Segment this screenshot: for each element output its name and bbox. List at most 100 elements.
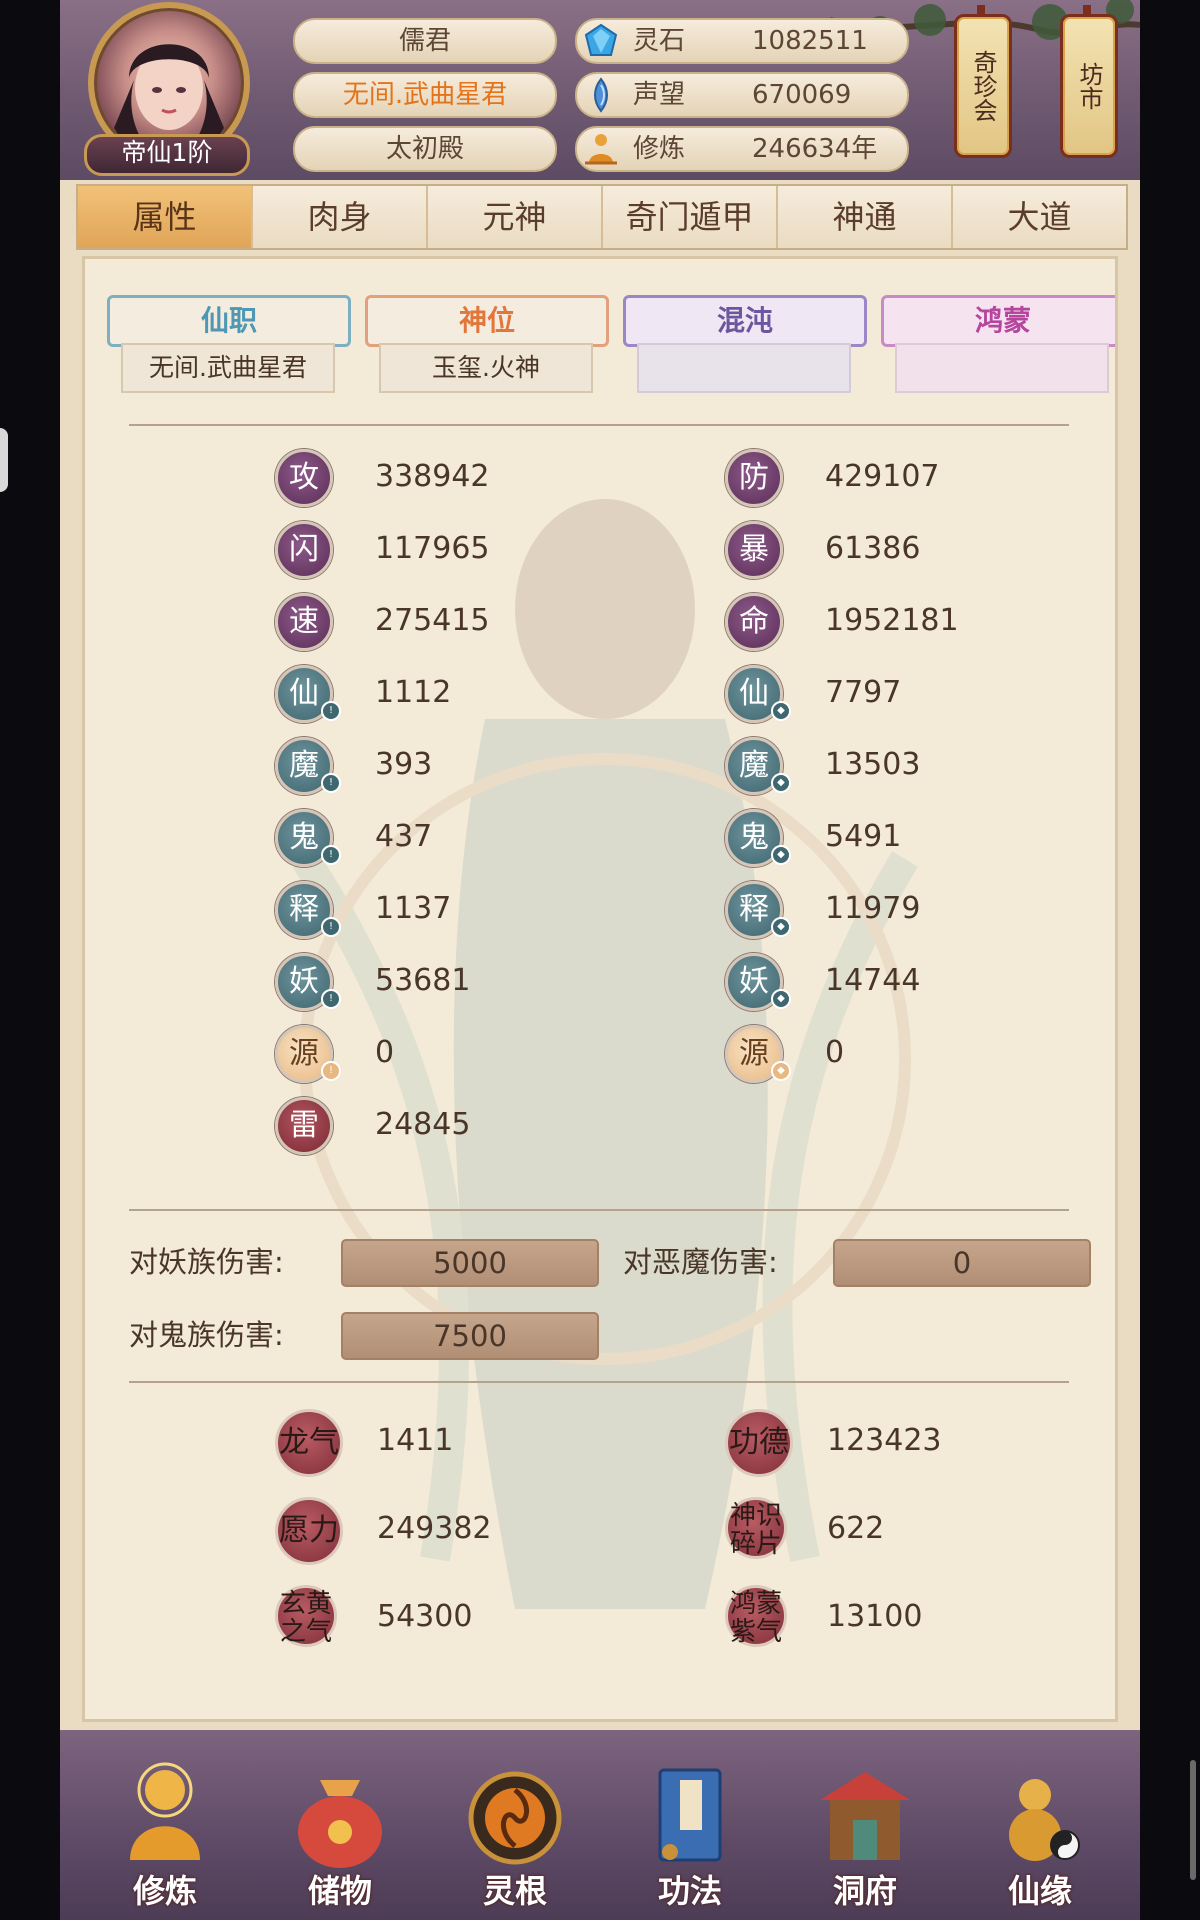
ghost-damage-value: 7500 — [341, 1312, 599, 1360]
stat-value: 0 — [375, 1035, 395, 1070]
sect-field: 太初殿 — [293, 126, 557, 172]
tab-body[interactable]: 肉身 — [253, 186, 428, 248]
stat-value: 429107 — [825, 459, 940, 494]
attack-marker-icon: ! — [321, 773, 341, 793]
attribute-panel: 仙职 神位 混沌 鸿蒙 无间.武曲星君 玉玺.火神 攻 338942 闪 117… — [82, 256, 1118, 1722]
prestige-icon — [594, 77, 608, 113]
chaos-value — [637, 343, 851, 393]
scrollbar[interactable] — [1190, 1760, 1196, 1880]
tab-qimen[interactable]: 奇门遁甲 — [603, 186, 778, 248]
resource-cultivation[interactable]: 修炼 246634年 — [575, 126, 909, 172]
stat-value: 393 — [375, 747, 433, 782]
nav-cave-dwelling[interactable]: 洞府 — [800, 1760, 930, 1920]
thunder-icon: 雷 — [275, 1097, 333, 1155]
shield-marker-icon: ◆ — [771, 989, 791, 1009]
ghost-damage-label: 对鬼族伤害: — [129, 1318, 284, 1352]
dodge-icon: 闪 — [275, 521, 333, 579]
stat-value: 5491 — [825, 819, 902, 854]
resource-label: 修炼 — [633, 134, 686, 164]
nav-spirit-root[interactable]: 灵根 — [450, 1760, 580, 1920]
nav-label: 仙缘 — [1007, 1872, 1072, 1910]
nav-techniques[interactable]: 功法 — [625, 1760, 755, 1920]
nav-storage[interactable]: 储物 — [275, 1760, 405, 1920]
spirit-stone-icon — [584, 23, 618, 56]
stat-value: 53681 — [375, 963, 471, 998]
nav-label: 灵根 — [482, 1872, 547, 1910]
defense-icon: 防 — [725, 449, 783, 507]
health-icon: 命 — [725, 593, 783, 651]
resource-value: 670069 — [752, 80, 852, 110]
dragon-qi-icon: 龙气 — [275, 1409, 343, 1477]
subtab-divine-seat[interactable]: 神位 — [365, 295, 609, 347]
stat-value: 275415 — [375, 603, 490, 638]
stat-value: 1952181 — [825, 603, 959, 638]
resource-spirit-stone[interactable]: 灵石 1082511 — [575, 18, 909, 64]
main-tabs: 属性 肉身 元神 奇门遁甲 神通 大道 — [76, 184, 1128, 250]
meditating-monk-icon — [130, 1762, 200, 1860]
stat-value: 54300 — [377, 1599, 473, 1634]
tab-spirit[interactable]: 元神 — [428, 186, 603, 248]
tab-dao[interactable]: 大道 — [953, 186, 1126, 248]
lantern-label: 坊市 — [1075, 62, 1103, 110]
soul-shard-icon: 神识 碎片 — [725, 1497, 787, 1559]
title-field: 儒君 — [293, 18, 557, 64]
divider — [129, 1209, 1069, 1211]
yao-damage-label: 对妖族伤害: — [129, 1245, 284, 1279]
stat-value: 622 — [827, 1511, 885, 1546]
header-bar: 帝仙1阶 儒君 无间.武曲星君 太初殿 灵石 1082511 声望 670069 — [60, 0, 1140, 180]
critical-icon: 暴 — [725, 521, 783, 579]
attack-icon: 攻 — [275, 449, 333, 507]
stat-value: 249382 — [377, 1511, 492, 1546]
shield-marker-icon: ◆ — [771, 1061, 791, 1081]
immortal-post-value: 无间.武曲星君 — [121, 343, 335, 393]
stat-value: 14744 — [825, 963, 921, 998]
stat-value: 0 — [825, 1035, 845, 1070]
stat-value: 437 — [375, 819, 433, 854]
position-field: 无间.武曲星君 — [293, 72, 557, 118]
attack-marker-icon: ! — [321, 845, 341, 865]
demon-damage-label: 对恶魔伤害: — [623, 1245, 778, 1279]
stat-value: 61386 — [825, 531, 921, 566]
scripture-book-icon — [658, 1768, 722, 1862]
divine-seat-value: 玉玺.火神 — [379, 343, 593, 393]
attack-marker-icon: ! — [321, 701, 341, 721]
side-handle[interactable] — [0, 428, 8, 492]
subtab-hongmeng[interactable]: 鸿蒙 — [881, 295, 1115, 347]
hongmeng-qi-icon: 鸿蒙 紫气 — [725, 1585, 787, 1647]
game-frame: 帝仙1阶 儒君 无间.武曲星君 太初殿 灵石 1082511 声望 670069 — [60, 0, 1140, 1920]
attack-marker-icon: ! — [321, 989, 341, 1009]
divider — [129, 424, 1069, 426]
willpower-icon: 愿力 — [275, 1497, 343, 1565]
treasure-bag-icon — [298, 1780, 382, 1868]
nav-destiny[interactable]: 仙缘 — [975, 1760, 1105, 1920]
tab-abilities[interactable]: 神通 — [778, 186, 953, 248]
nav-cultivate[interactable]: 修炼 — [100, 1760, 230, 1920]
treasure-fair-button[interactable]: 奇珍会 — [954, 5, 1012, 158]
subtab-chaos[interactable]: 混沌 — [623, 295, 867, 347]
attack-marker-icon: ! — [321, 1061, 341, 1081]
cultivation-icon — [585, 134, 617, 165]
resource-prestige[interactable]: 声望 670069 — [575, 72, 909, 118]
stat-value: 1137 — [375, 891, 452, 926]
pavilion-icon — [820, 1772, 910, 1860]
resource-value: 1082511 — [752, 26, 868, 56]
nav-label: 洞府 — [832, 1872, 897, 1910]
nav-label: 修炼 — [132, 1872, 197, 1910]
stat-value: 13503 — [825, 747, 921, 782]
attack-marker-icon: ! — [321, 917, 341, 937]
stat-value: 7797 — [825, 675, 902, 710]
stat-value: 1411 — [377, 1423, 454, 1458]
stat-value: 11979 — [825, 891, 921, 926]
shield-marker-icon: ◆ — [771, 845, 791, 865]
tab-attributes[interactable]: 属性 — [78, 186, 253, 248]
stat-value: 338942 — [375, 459, 490, 494]
stat-value: 24845 — [375, 1107, 471, 1142]
stat-value: 13100 — [827, 1599, 923, 1634]
shield-marker-icon: ◆ — [771, 773, 791, 793]
hongmeng-value — [895, 343, 1109, 393]
subtab-immortal-post[interactable]: 仙职 — [107, 295, 351, 347]
stat-value: 117965 — [375, 531, 490, 566]
market-button[interactable]: 坊市 — [1060, 5, 1118, 158]
nav-label: 功法 — [657, 1872, 722, 1910]
xuanhuang-qi-icon: 玄黄 之气 — [275, 1585, 337, 1647]
